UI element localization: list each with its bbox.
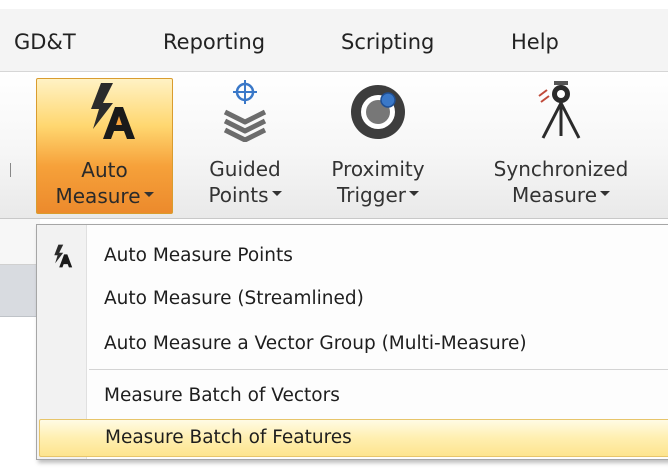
proximity-trigger-icon: [346, 78, 410, 142]
proximity-trigger-button[interactable]: Proximity Trigger: [318, 78, 438, 214]
menu-item-auto-measure-vector-group[interactable]: Auto Measure a Vector Group (Multi-Measu…: [37, 325, 668, 363]
auto-measure-button[interactable]: Auto Measure: [36, 78, 173, 214]
background-area: [0, 317, 40, 470]
ribbon: Auto Measure Guided Points Proximity Tri…: [0, 72, 668, 219]
guided-points-button[interactable]: Guided Points: [185, 78, 305, 214]
menu-item-measure-batch-features[interactable]: Measure Batch of Features: [39, 419, 668, 457]
synchronized-measure-button[interactable]: Synchronized Measure: [470, 78, 652, 214]
proximity-trigger-label-1: Proximity: [331, 157, 425, 181]
proximity-trigger-label-2: Trigger: [318, 182, 438, 208]
auto-measure-icon: [73, 79, 137, 143]
menu-item-label: Auto Measure (Streamlined): [104, 288, 364, 309]
menu-item-measure-batch-vectors[interactable]: Measure Batch of Vectors: [37, 377, 668, 415]
menu-help[interactable]: Help: [511, 30, 559, 54]
dropdown-arrow-icon: [143, 192, 154, 197]
dropdown-arrow-icon: [271, 191, 282, 196]
guided-points-label-1: Guided: [209, 157, 281, 181]
menu-item-label: Auto Measure a Vector Group (Multi-Measu…: [104, 333, 527, 354]
guided-points-label-2: Points: [185, 182, 305, 208]
background-panel: [0, 219, 40, 265]
menu-item-auto-measure-streamlined[interactable]: Auto Measure (Streamlined): [37, 280, 668, 318]
menu-item-label: Measure Batch of Vectors: [104, 385, 340, 406]
synchronized-measure-icon: [529, 78, 593, 142]
guided-points-icon: [213, 78, 277, 143]
dropdown-arrow-icon: [408, 191, 419, 196]
menu-bar: GD&T Reporting Scripting Help: [0, 9, 668, 72]
background-tab-strip: [0, 265, 40, 317]
auto-measure-label-1: Auto: [81, 158, 128, 182]
synchronized-measure-label-1: Synchronized: [493, 157, 629, 181]
auto-measure-label-2: Measure: [37, 183, 172, 209]
menu-separator: [89, 369, 668, 370]
dropdown-arrow-icon: [600, 191, 610, 196]
menu-reporting[interactable]: Reporting: [163, 30, 265, 54]
menu-item-label: Measure Batch of Features: [105, 427, 352, 448]
menu-gdt[interactable]: GD&T: [14, 30, 76, 54]
menu-item-label: Auto Measure Points: [104, 245, 293, 266]
auto-measure-dropdown-menu: Auto Measure Points Auto Measure (Stream…: [36, 224, 668, 460]
synchronized-measure-label-2: Measure: [470, 182, 652, 208]
ribbon-group-divider: [10, 163, 11, 177]
menu-item-auto-measure-points[interactable]: Auto Measure Points: [37, 237, 668, 275]
menu-scripting[interactable]: Scripting: [341, 30, 434, 54]
auto-measure-icon: [47, 243, 73, 269]
